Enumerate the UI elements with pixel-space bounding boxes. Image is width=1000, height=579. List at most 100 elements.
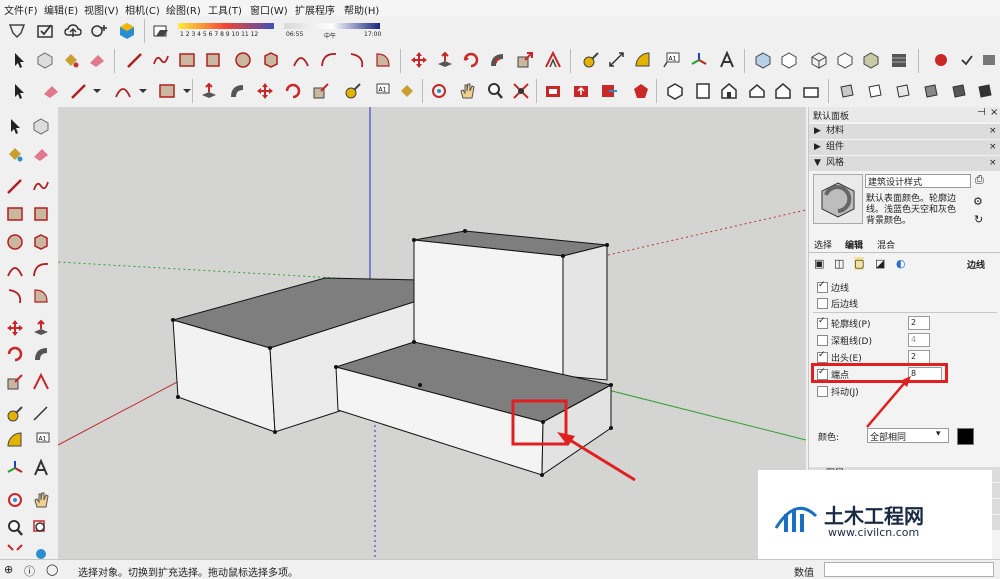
face-settings-icon[interactable]: ◫ <box>834 257 844 270</box>
pan-hand-icon[interactable] <box>30 489 52 511</box>
edge-color-swatch[interactable] <box>957 428 974 445</box>
zoom-window-icon[interactable] <box>30 517 52 539</box>
geo-location-icon[interactable]: ⊕ <box>4 563 13 576</box>
tape-measure-icon[interactable] <box>342 80 364 102</box>
extension-checkbox[interactable] <box>817 350 828 363</box>
tab-mix[interactable]: 混合 <box>877 238 895 251</box>
protractor-icon[interactable] <box>632 49 654 71</box>
menu-extensions[interactable]: 扩展程序 <box>295 2 335 17</box>
depth-cue-input[interactable]: 4 <box>908 333 930 347</box>
section-styles[interactable]: ▼ 风格 × <box>809 156 1000 171</box>
scale-icon[interactable] <box>4 371 26 393</box>
user-icon[interactable]: ◯ <box>46 563 58 576</box>
axes-icon[interactable] <box>4 457 26 479</box>
orbit-icon[interactable] <box>4 489 26 511</box>
front-view-icon[interactable] <box>718 80 740 102</box>
share-model-icon[interactable] <box>570 80 592 102</box>
scale-icon[interactable] <box>514 49 536 71</box>
rotated-rectangle-icon[interactable] <box>202 49 224 71</box>
pencil-line-icon[interactable] <box>4 175 26 197</box>
section-close-icon[interactable]: × <box>989 140 997 155</box>
jitter-checkbox[interactable] <box>817 386 828 397</box>
freehand-icon[interactable] <box>150 49 172 71</box>
dimension-icon[interactable] <box>606 49 628 71</box>
checkmark-icon[interactable] <box>956 49 978 71</box>
follow-me-icon[interactable] <box>30 343 52 365</box>
style-wire-icon[interactable] <box>864 80 886 102</box>
background-settings-icon[interactable]: ▢ <box>854 257 865 270</box>
ruby-plugin-icon[interactable] <box>930 49 952 71</box>
extension-manager-icon[interactable] <box>630 80 652 102</box>
three-point-arc-icon[interactable] <box>346 49 368 71</box>
xray-style-icon[interactable] <box>752 49 774 71</box>
text-icon[interactable]: A1 <box>30 429 52 451</box>
back-edges-checkbox[interactable] <box>817 298 828 309</box>
circle-icon[interactable] <box>232 49 254 71</box>
update-style-icon[interactable]: ↻ <box>974 213 983 226</box>
menu-view[interactable]: 视图(V) <box>84 2 119 17</box>
extension-warehouse-icon[interactable] <box>116 20 138 42</box>
tall-block-side[interactable] <box>562 244 608 381</box>
section-close-icon[interactable]: × <box>989 124 997 139</box>
shadow-time-slider[interactable]: 06:55 中午 17:00 <box>284 21 381 43</box>
profiles-checkbox[interactable] <box>817 316 828 329</box>
menu-draw[interactable]: 绘图(R) <box>166 2 201 17</box>
tape-measure-icon[interactable] <box>580 49 602 71</box>
make-component-icon[interactable] <box>34 49 56 71</box>
chevron-down-icon[interactable] <box>86 80 108 102</box>
pencil-line-icon[interactable] <box>124 49 146 71</box>
eraser-icon[interactable] <box>40 80 62 102</box>
rotate-icon[interactable] <box>282 80 304 102</box>
upload-cloud-icon[interactable] <box>62 20 84 42</box>
pie-icon[interactable] <box>30 285 52 307</box>
rectangle-icon[interactable] <box>4 203 26 225</box>
move-icon[interactable] <box>4 317 26 339</box>
eraser-icon[interactable] <box>86 49 108 71</box>
circle-icon[interactable] <box>4 231 26 253</box>
back-view-icon[interactable] <box>772 80 794 102</box>
3d-viewport[interactable] <box>58 107 806 559</box>
iso-view-icon[interactable] <box>664 80 686 102</box>
dimension-icon[interactable] <box>30 403 52 425</box>
create-style-icon[interactable]: ⚙ <box>973 195 983 208</box>
left-view-icon[interactable] <box>800 80 822 102</box>
section-close-icon[interactable]: × <box>989 156 997 171</box>
review-icon[interactable] <box>34 20 56 42</box>
select-arrow-icon[interactable] <box>8 49 30 71</box>
freehand-icon[interactable] <box>30 175 52 197</box>
select-arrow-icon[interactable] <box>8 80 30 102</box>
scale-icon[interactable] <box>310 80 332 102</box>
measurements-input[interactable] <box>824 562 994 577</box>
move-icon[interactable] <box>408 49 430 71</box>
push-pull-icon[interactable] <box>434 49 456 71</box>
follow-me-icon[interactable] <box>226 80 248 102</box>
shadow-date-slider[interactable]: 1 2 3 4 5 6 7 8 9 10 11 12 <box>178 21 274 43</box>
menu-help[interactable]: 帮助(H) <box>344 2 379 17</box>
plugin-tool-icon[interactable] <box>978 49 1000 71</box>
shaded-texture-icon[interactable] <box>888 49 910 71</box>
move-icon[interactable] <box>254 80 276 102</box>
zoom-extents-icon[interactable] <box>510 80 532 102</box>
rotate-icon[interactable] <box>460 49 482 71</box>
protractor-icon[interactable] <box>4 429 26 451</box>
arc-icon[interactable] <box>290 49 312 71</box>
arc-icon[interactable] <box>112 80 134 102</box>
eraser-icon[interactable] <box>30 143 52 165</box>
paint-bucket-icon[interactable] <box>4 143 26 165</box>
edge-settings-icon[interactable]: ▣ <box>814 257 824 270</box>
top-view-icon[interactable] <box>692 80 714 102</box>
right-view-icon[interactable] <box>746 80 768 102</box>
follow-me-icon[interactable] <box>486 49 508 71</box>
make-component-icon[interactable] <box>30 115 52 137</box>
share-component-icon[interactable] <box>88 20 110 42</box>
extension-length-input[interactable]: 2 <box>908 350 930 364</box>
polygon-icon[interactable] <box>30 231 52 253</box>
section-materials[interactable]: ▶ 材料 × <box>809 124 1000 139</box>
offset-icon[interactable] <box>30 371 52 393</box>
rotated-rectangle-icon[interactable] <box>30 203 52 225</box>
select-arrow-icon[interactable] <box>4 115 26 137</box>
chevron-down-icon[interactable] <box>176 80 198 102</box>
pan-hand-icon[interactable] <box>456 80 478 102</box>
3d-text-icon[interactable] <box>716 49 738 71</box>
send-to-layout-icon[interactable] <box>598 80 620 102</box>
